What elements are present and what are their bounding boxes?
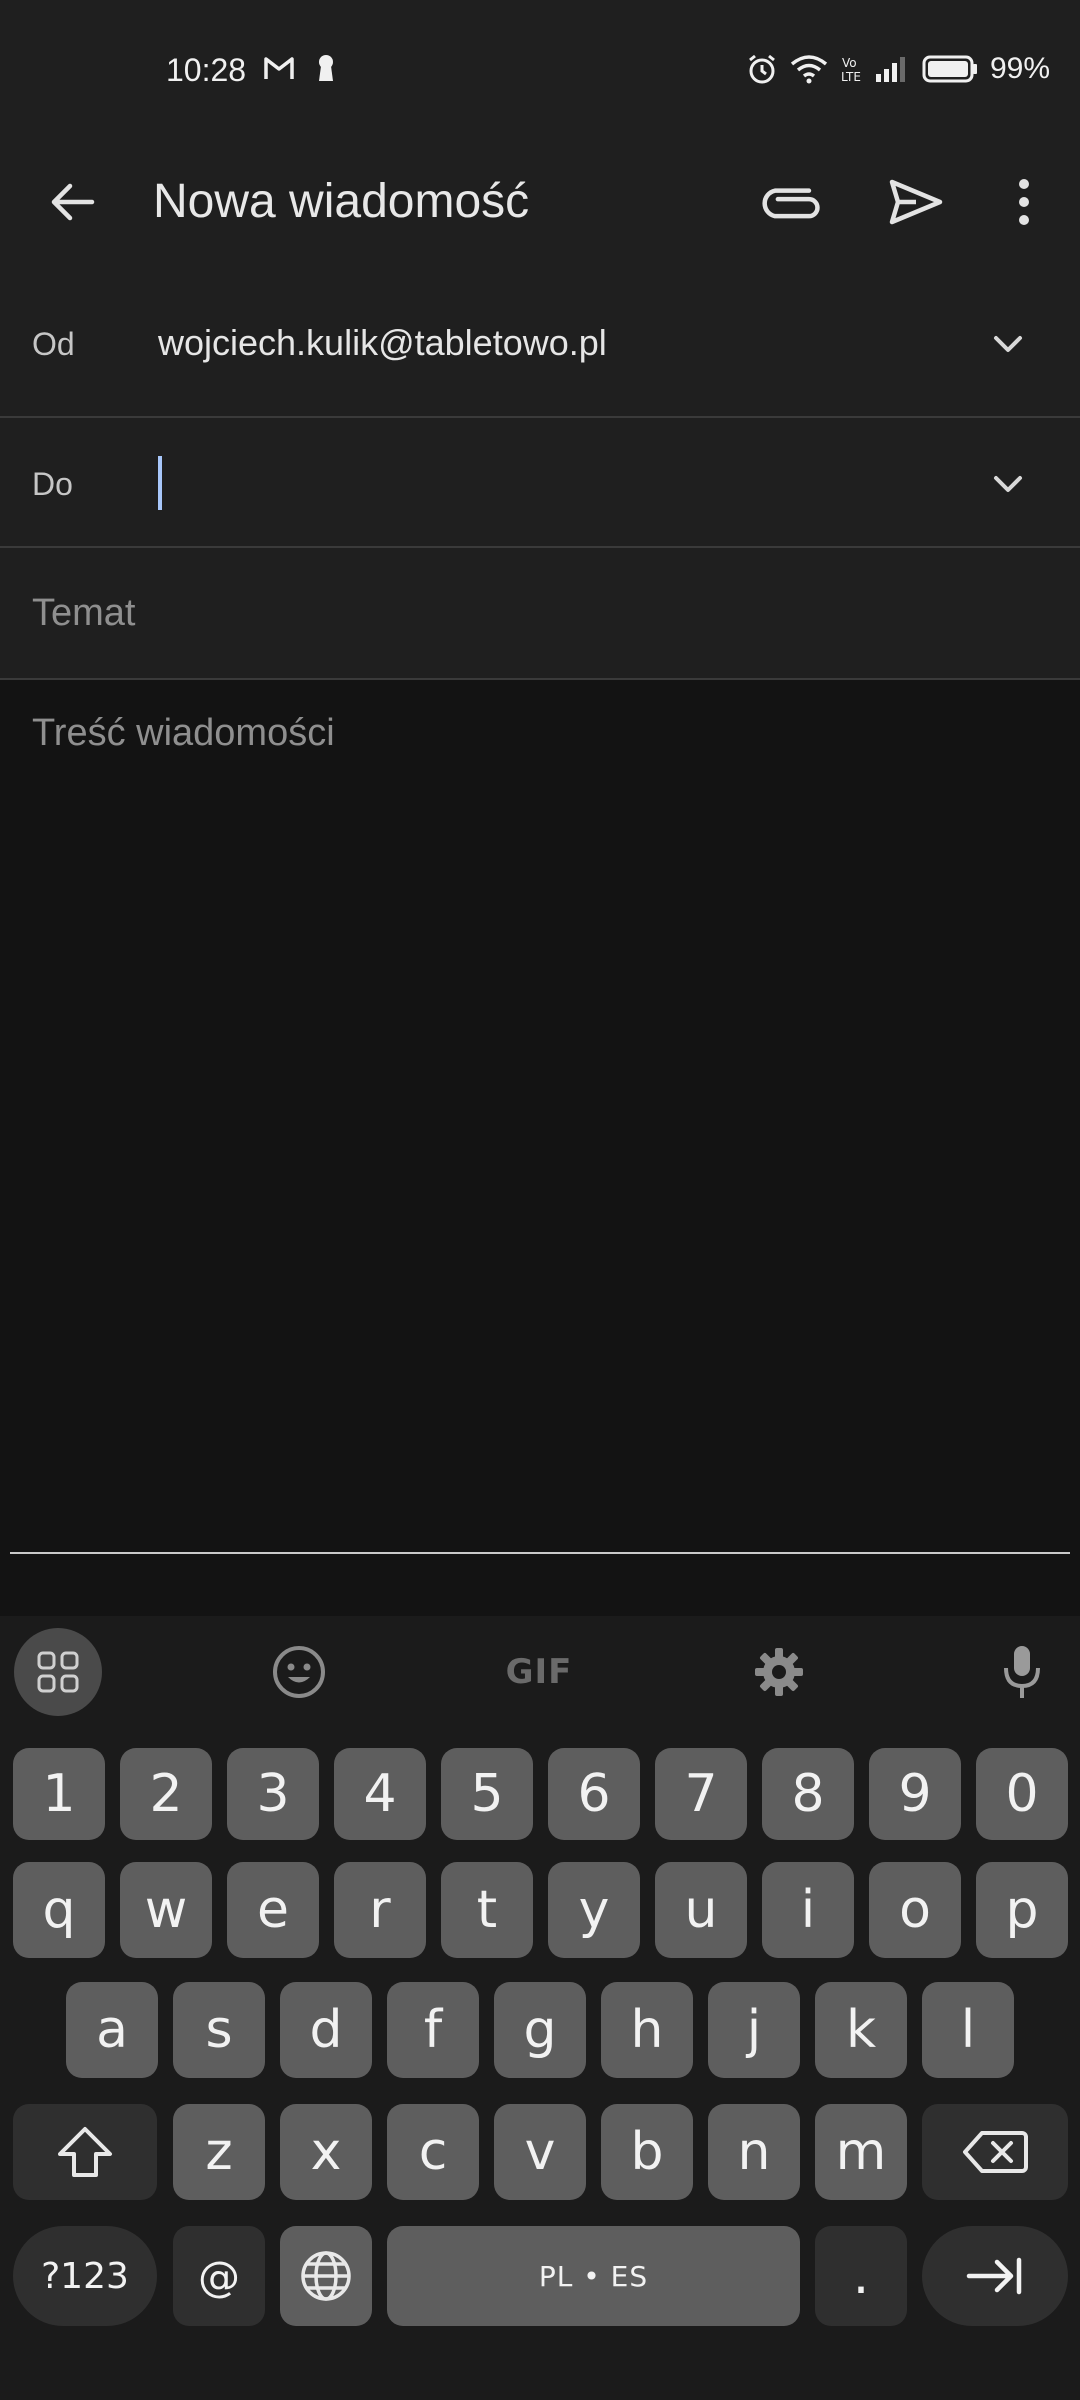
key-g[interactable]: g	[494, 1982, 586, 2078]
text-cursor	[158, 456, 162, 510]
key-9[interactable]: 9	[869, 1748, 961, 1840]
back-arrow-icon[interactable]	[40, 170, 104, 234]
space-key[interactable]: PL • ES	[387, 2226, 800, 2326]
microphone-button[interactable]	[978, 1628, 1066, 1716]
key-b[interactable]: b	[601, 2104, 693, 2200]
key-q[interactable]: q	[13, 1862, 105, 1958]
key-f[interactable]: f	[387, 1982, 479, 2078]
key-i[interactable]: i	[762, 1862, 854, 1958]
attach-icon[interactable]	[760, 170, 824, 234]
key-m[interactable]: m	[815, 2104, 907, 2200]
from-field[interactable]: Od wojciech.kulik@tabletowo.pl	[0, 272, 1080, 418]
more-vert-icon[interactable]	[1000, 170, 1048, 234]
page-title: Nowa wiadomość	[153, 175, 530, 228]
key-e[interactable]: e	[227, 1862, 319, 1958]
key-6[interactable]: 6	[548, 1748, 640, 1840]
key-w[interactable]: w	[120, 1862, 212, 1958]
from-label: Od	[32, 326, 75, 362]
alarm-icon	[749, 54, 775, 84]
microphone-icon	[1004, 1646, 1040, 1698]
key-a[interactable]: a	[66, 1982, 158, 2078]
key-0[interactable]: 0	[976, 1748, 1068, 1840]
svg-text:LTE: LTE	[841, 70, 861, 84]
volte-icon: Vo LTE	[841, 56, 861, 84]
key-c[interactable]: c	[387, 2104, 479, 2200]
period-key[interactable]: .	[815, 2226, 907, 2326]
key-1[interactable]: 1	[13, 1748, 105, 1840]
chevron-down-icon[interactable]	[984, 320, 1032, 368]
key-s[interactable]: s	[173, 1982, 265, 2078]
to-label: Do	[32, 466, 73, 502]
shift-icon	[58, 2127, 112, 2177]
apps-grid-icon	[37, 1651, 79, 1693]
backspace-key[interactable]	[922, 2104, 1068, 2200]
body-placeholder: Treść wiadomości	[32, 712, 335, 754]
key-4[interactable]: 4	[334, 1748, 426, 1840]
key-x[interactable]: x	[280, 2104, 372, 2200]
status-time: 10:28	[166, 52, 247, 88]
key-l[interactable]: l	[922, 1982, 1014, 2078]
subject-field[interactable]: Temat	[0, 548, 1080, 680]
gif-button[interactable]: GIF	[495, 1628, 583, 1716]
battery-icon	[922, 55, 977, 83]
key-t[interactable]: t	[441, 1862, 533, 1958]
key-d[interactable]: d	[280, 1982, 372, 2078]
shift-key[interactable]	[13, 2104, 157, 2200]
at-key[interactable]: @	[173, 2226, 265, 2326]
battery-percent: 99%	[989, 52, 1050, 85]
key-8[interactable]: 8	[762, 1748, 854, 1840]
subject-placeholder: Temat	[32, 592, 136, 634]
gmail-icon	[264, 57, 294, 79]
key-h[interactable]: h	[601, 1982, 693, 2078]
key-p[interactable]: p	[976, 1862, 1068, 1958]
send-icon[interactable]	[884, 170, 948, 234]
key-v[interactable]: v	[494, 2104, 586, 2200]
globe-icon	[301, 2251, 351, 2301]
key-n[interactable]: n	[708, 2104, 800, 2200]
key-z[interactable]: z	[173, 2104, 265, 2200]
to-field[interactable]: Do	[0, 418, 1080, 548]
key-o[interactable]: o	[869, 1862, 961, 1958]
signal-icon	[875, 57, 905, 82]
tab-arrow-icon	[966, 2257, 1022, 2295]
key-j[interactable]: j	[708, 1982, 800, 2078]
divider	[10, 1552, 1070, 1554]
key-2[interactable]: 2	[120, 1748, 212, 1840]
apps-grid-button[interactable]	[14, 1628, 102, 1716]
chevron-down-icon[interactable]	[984, 460, 1032, 508]
settings-button[interactable]	[735, 1628, 823, 1716]
app-bar: Nowa wiadomość	[0, 140, 1080, 272]
key-u[interactable]: u	[655, 1862, 747, 1958]
key-r[interactable]: r	[334, 1862, 426, 1958]
next-field-key[interactable]	[922, 2226, 1068, 2326]
wifi-icon	[790, 55, 828, 84]
keyhole-icon	[319, 55, 333, 81]
key-y[interactable]: y	[548, 1862, 640, 1958]
svg-text:Vo: Vo	[842, 56, 857, 70]
message-body-input[interactable]: Treść wiadomości	[0, 680, 1080, 1556]
settings-gear-icon	[755, 1648, 803, 1696]
language-key[interactable]	[280, 2226, 372, 2326]
key-7[interactable]: 7	[655, 1748, 747, 1840]
emoji-icon	[273, 1646, 325, 1698]
from-value[interactable]: wojciech.kulik@tabletowo.pl	[158, 322, 607, 364]
backspace-icon	[963, 2131, 1028, 2173]
status-bar: 10:28 Vo LTE 99%	[0, 0, 1080, 140]
key-k[interactable]: k	[815, 1982, 907, 2078]
emoji-button[interactable]	[255, 1628, 343, 1716]
symbols-key[interactable]: ?123	[13, 2226, 157, 2326]
key-5[interactable]: 5	[441, 1748, 533, 1840]
key-3[interactable]: 3	[227, 1748, 319, 1840]
